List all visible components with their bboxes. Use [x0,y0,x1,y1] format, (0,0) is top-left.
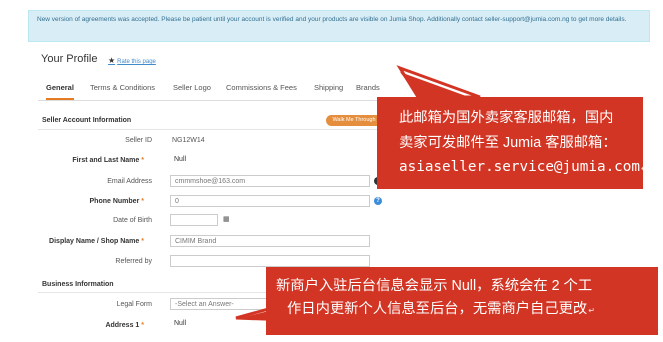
callout-line: asiaseller.service@jumia.com↵ [399,155,648,182]
annotation-callout-null: 新商户入驻后台信息会显示 Null，系统会在 2 个工 作日内更新个人信息至后台… [266,267,658,335]
annotation-callout-email: 此邮箱为国外卖家客服邮箱，国内 卖家可发邮件至 Jumia 客服邮箱： asia… [377,97,648,189]
callout-line: 此邮箱为国外卖家客服邮箱，国内 [399,110,614,126]
service-email: asiaseller.service@jumia.com [399,159,641,175]
callout-line-text: 作日内更新个人信息至后台，无需商户自己更改 [287,301,588,317]
return-mark: ↵ [588,306,595,315]
callout-line: 新商户入驻后台信息会显示 Null，系统会在 2 个工 [276,278,593,294]
return-mark: ↵ [641,164,648,173]
callout-line: 卖家可发邮件至 Jumia 客服邮箱： [399,134,617,151]
callout-line: 作日内更新个人信息至后台，无需商户自己更改↵ [276,298,648,322]
